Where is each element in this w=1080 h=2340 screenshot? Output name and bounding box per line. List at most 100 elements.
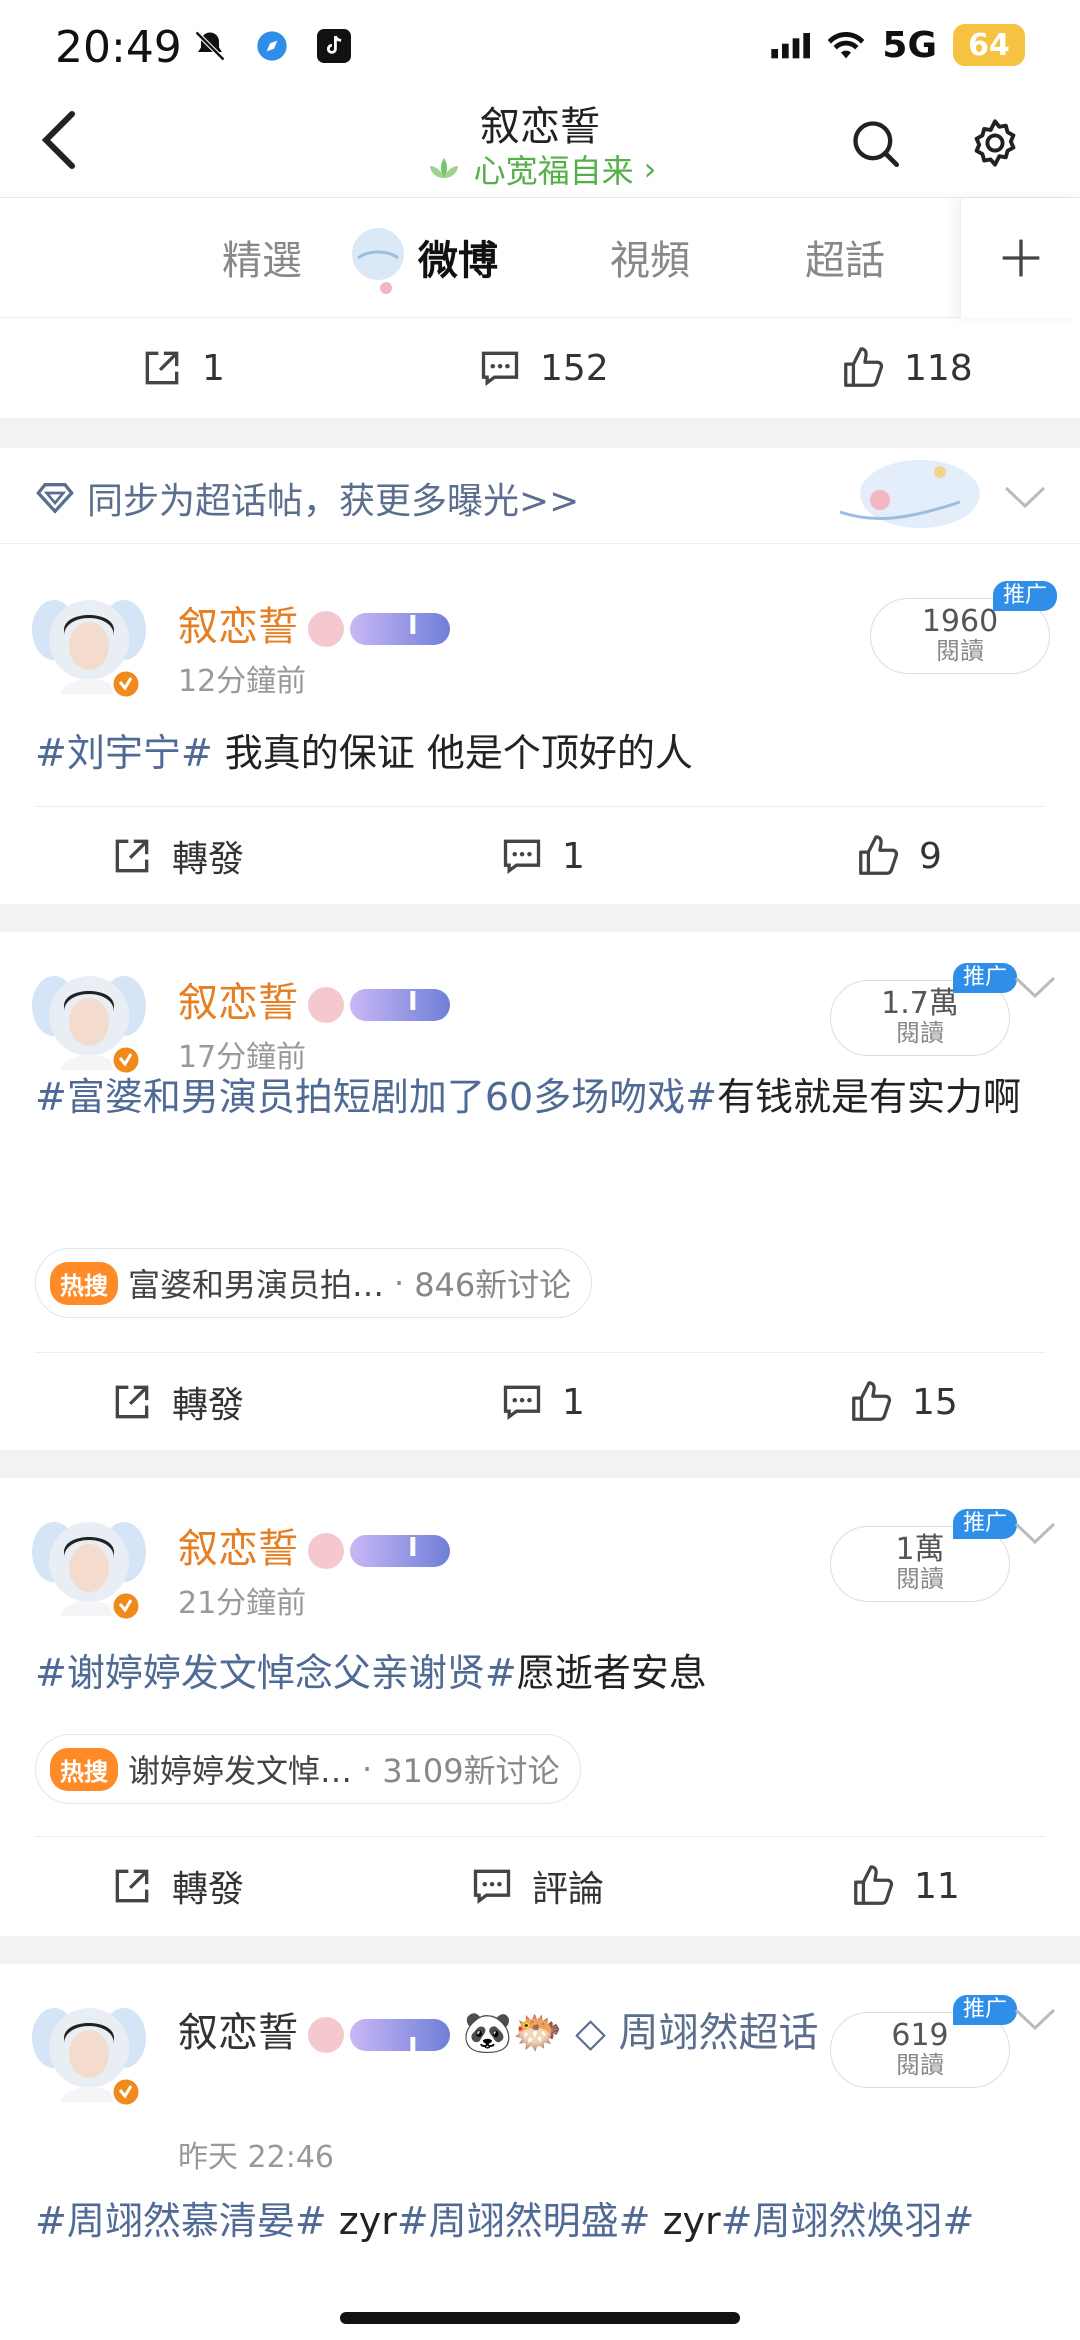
level-badge — [350, 1533, 450, 1567]
tiktok-icon — [314, 26, 354, 66]
tab-bar: 精選 微博 視頻 超話 — [0, 198, 1080, 318]
profile-subtitle[interactable]: 心宽福自来 › — [0, 146, 1080, 192]
hot-search-title: 谢婷婷发文悼… — [128, 1752, 353, 1790]
comment-count: 152 — [540, 347, 609, 389]
avatar[interactable] — [30, 1992, 148, 2110]
promote-badge[interactable]: 推广 — [952, 1509, 1017, 1540]
sync-banner[interactable]: 同步为超话帖，获更多曝光>> — [0, 448, 1080, 544]
search-icon — [853, 121, 900, 168]
supertopic-link[interactable]: ◇ 周翊然超话 — [575, 2010, 818, 2056]
avatar[interactable] — [30, 584, 148, 702]
share-icon — [115, 1385, 149, 1419]
thumb-up-icon — [852, 1381, 892, 1421]
sync-banner-text: 同步为超话帖，获更多曝光>> — [87, 481, 580, 522]
compass-icon — [252, 26, 292, 66]
hot-search-count: 846新讨论 — [414, 1266, 572, 1304]
feed-post: 叙恋誓 17分鐘前 1.7萬 閱讀 推广 #富婆和男演员拍短剧加了60多场吻戏#… — [0, 932, 1080, 1450]
level-badge — [350, 2017, 450, 2079]
hot-search-chip[interactable]: 热搜 富婆和男演员拍… · 846新讨论 — [35, 1248, 593, 1318]
subtitle-text: 心宽福自来 — [473, 152, 634, 190]
comment-icon — [481, 351, 519, 386]
hashtag-link[interactable]: #周翊然慕清晏# — [35, 2199, 327, 2243]
thumb-up-icon — [859, 835, 899, 875]
settings-button[interactable] — [960, 108, 1030, 178]
chevron-down-icon[interactable] — [1010, 972, 1060, 1002]
read-count-pill: 1960 閱讀 推广 — [870, 581, 1057, 674]
tab-weibo[interactable]: 微博 — [418, 228, 498, 286]
chevron-down-icon[interactable] — [1010, 2004, 1060, 2034]
member-badge-icon — [308, 2017, 344, 2053]
search-button[interactable] — [840, 108, 910, 178]
diamond-icon — [36, 483, 74, 514]
like-button[interactable]: 9 — [855, 806, 942, 906]
previous-post-actions: 1 152 118 — [0, 318, 1080, 418]
member-badge-icon — [308, 987, 344, 1023]
home-indicator[interactable] — [340, 2312, 740, 2324]
read-count: 619 — [891, 2018, 949, 2053]
wifi-icon — [826, 25, 866, 65]
author-name[interactable]: 叙恋誓 — [178, 970, 450, 1028]
like-button[interactable]: 15 — [848, 1352, 958, 1452]
feed-post: 叙恋誓 12分鐘前 1960 閱讀 推广 #刘宇宁# 我真的保证 他是个顶好的人… — [0, 544, 1080, 904]
repost-button[interactable]: 轉發 — [110, 1836, 244, 1936]
post-time: 21分鐘前 — [178, 1586, 307, 1621]
tab-supertopic[interactable]: 超話 — [805, 228, 885, 286]
author-name[interactable]: 叙恋誓 🐼🐡 ◇ 周翊然超话 — [178, 2002, 820, 2079]
hashtag-link[interactable]: #谢婷婷发文悼念父亲谢贤# — [35, 1651, 517, 1695]
like-button[interactable]: 11 — [850, 1836, 960, 1936]
plus-icon — [1002, 239, 1039, 277]
feed-post: 叙恋誓 21分鐘前 1萬 閱讀 推广 #谢婷婷发文悼念父亲谢贤#愿逝者安息 热搜… — [0, 1478, 1080, 1936]
avatar[interactable] — [30, 1506, 148, 1624]
repost-count: 1 — [202, 347, 225, 389]
promote-badge[interactable]: 推广 — [952, 963, 1017, 994]
read-count: 1960 — [921, 604, 999, 639]
comment-button[interactable]: 152 — [478, 318, 609, 418]
share-icon — [115, 839, 149, 873]
hashtag-link[interactable]: #富婆和男演员拍短剧加了60多场吻戏# — [35, 1075, 717, 1119]
post-text: #谢婷婷发文悼念父亲谢贤#愿逝者安息 — [35, 1651, 707, 1695]
post-time: 昨天 22:46 — [178, 2140, 334, 2175]
comment-button[interactable]: 評論 — [470, 1836, 604, 1936]
lotus-icon — [429, 158, 458, 178]
repost-button[interactable]: 1 — [140, 318, 225, 418]
post-text: #周翊然慕清晏# zyr#周翊然明盛# zyr#周翊然焕羽# — [35, 2199, 975, 2243]
section-gap — [0, 418, 1080, 448]
promote-badge[interactable]: 推广 — [952, 1995, 1017, 2026]
chevron-right-icon: › — [643, 150, 657, 188]
promote-badge[interactable]: 推广 — [992, 581, 1057, 612]
hot-search-title: 富婆和男演员拍… — [128, 1266, 385, 1304]
signal-icon — [770, 25, 811, 65]
hashtag-link[interactable]: #刘宇宁# — [35, 731, 213, 775]
hot-search-tag: 热搜 — [50, 1261, 118, 1305]
author-name[interactable]: 叙恋誓 — [178, 594, 450, 652]
tab-decoration — [338, 218, 418, 298]
comment-button[interactable]: 1 — [500, 806, 585, 906]
status-time: 20:49 — [55, 22, 182, 73]
post-actions: 轉發 評論 11 — [0, 1836, 1080, 1936]
read-count: 1萬 — [895, 1532, 945, 1567]
like-button[interactable]: 118 — [840, 318, 973, 418]
comment-button[interactable]: 1 — [500, 1352, 585, 1452]
read-count-pill: 1萬 閱讀 推广 — [830, 1509, 1017, 1602]
network-label: 5G — [882, 24, 937, 66]
repost-button[interactable]: 轉發 — [110, 1352, 244, 1452]
chevron-down-icon[interactable] — [1010, 1518, 1060, 1548]
chevron-down-icon[interactable] — [1000, 482, 1050, 512]
post-text: #刘宇宁# 我真的保证 他是个顶好的人 — [35, 731, 693, 775]
add-tab-button[interactable] — [960, 198, 1080, 318]
thumb-up-icon — [854, 1865, 894, 1905]
member-badge-icon — [308, 611, 344, 647]
repost-button[interactable]: 轉發 — [110, 806, 244, 906]
author-name[interactable]: 叙恋誓 — [178, 1516, 450, 1574]
hashtag-link[interactable]: #周翊然明盛# — [397, 2199, 651, 2243]
read-count-pill: 619 閱讀 推广 — [830, 1995, 1017, 2088]
post-actions: 轉發 1 9 — [0, 806, 1080, 906]
hot-search-chip[interactable]: 热搜 谢婷婷发文悼… · 3109新讨论 — [35, 1734, 581, 1804]
tab-featured[interactable]: 精選 — [222, 228, 302, 286]
tab-videos[interactable]: 視頻 — [610, 228, 690, 286]
like-count: 118 — [904, 347, 973, 389]
hot-search-dot: · — [362, 1750, 373, 1788]
comment-icon — [473, 1869, 511, 1904]
hot-search-dot: · — [394, 1264, 405, 1302]
hashtag-link[interactable]: #周翊然焕羽# — [721, 2199, 975, 2243]
